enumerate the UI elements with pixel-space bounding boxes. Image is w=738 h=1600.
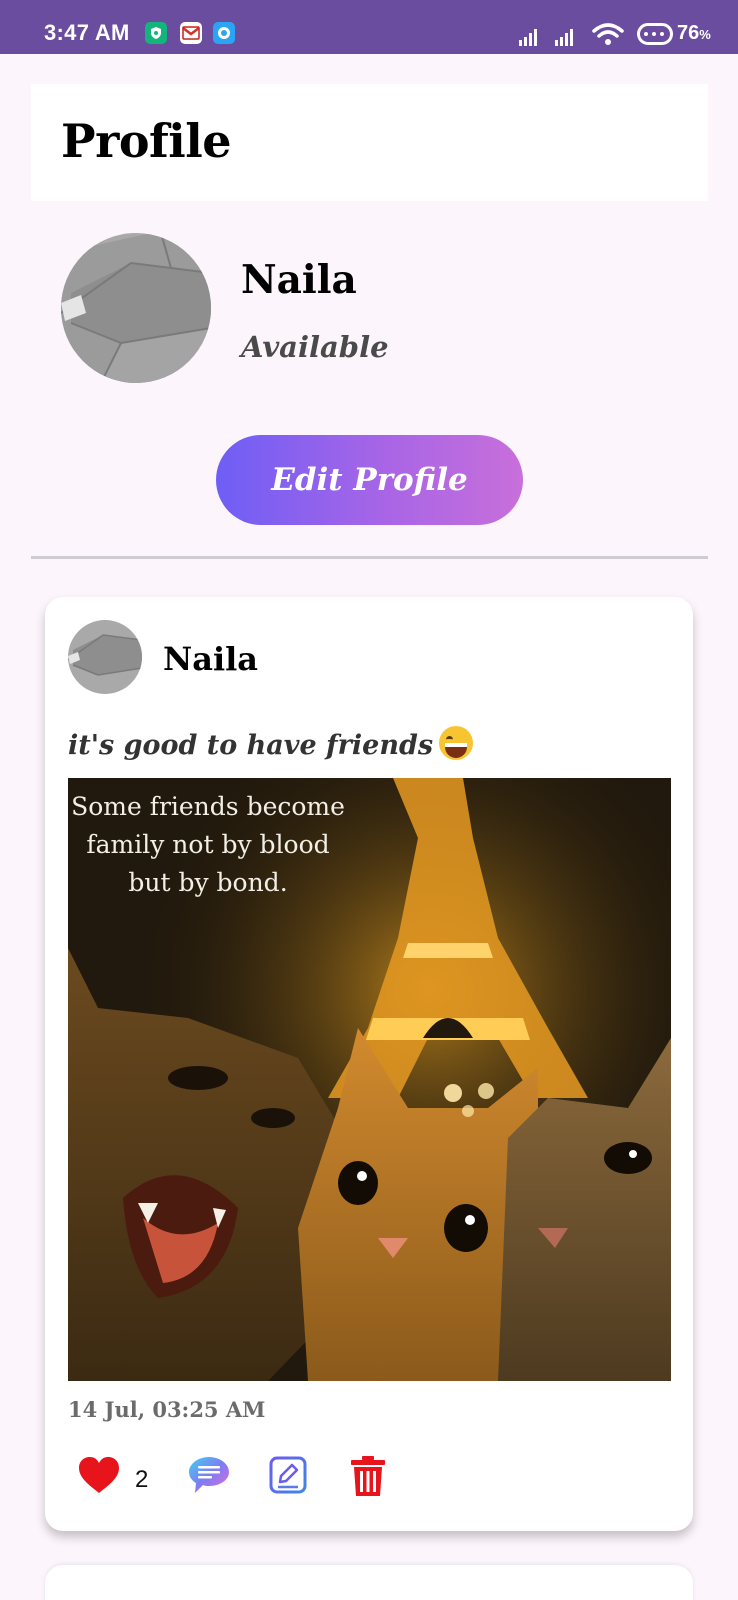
comment-button[interactable] (187, 1455, 231, 1495)
status-time: 3:47 AM (44, 20, 130, 45)
page-title: Profile (61, 114, 232, 168)
heart-icon (79, 1457, 119, 1493)
post-date: 14 Jul, 03:25 AM (68, 1397, 266, 1422)
post-author-avatar[interactable] (68, 620, 142, 694)
image-quote: Some friends become family not by blood … (71, 792, 345, 897)
divider (31, 556, 708, 559)
signal-icon (519, 29, 537, 46)
profile-status: Available (241, 330, 389, 364)
grinning-face-emoji (439, 726, 474, 760)
post-image[interactable]: Some friends become family not by blood … (68, 778, 671, 1381)
edit-profile-button[interactable]: Edit Profile (216, 435, 523, 525)
like-button[interactable] (77, 1455, 121, 1495)
app-header: Profile (31, 84, 708, 201)
edit-post-button[interactable] (268, 1455, 308, 1495)
like-count: 2 (135, 1466, 149, 1493)
signal-icon (555, 29, 573, 46)
delete-icon (351, 1456, 385, 1496)
next-post-card (45, 1565, 693, 1600)
post-caption: it's good to have friends (68, 726, 474, 761)
profile-name: Naila (241, 257, 357, 303)
profile-avatar[interactable] (61, 233, 211, 383)
battery-percent: 76% (677, 22, 711, 44)
shield-app-icon (145, 22, 167, 44)
messenger-icon (213, 22, 235, 44)
gmail-icon (180, 22, 202, 44)
delete-post-button[interactable] (349, 1455, 387, 1497)
wifi-icon (592, 23, 624, 45)
post-author-name: Naila (163, 640, 259, 678)
edit-icon (269, 1456, 307, 1494)
battery-icon (637, 23, 673, 45)
status-bar: 3:47 AM 76% (0, 0, 738, 54)
comment-icon (189, 1457, 229, 1493)
